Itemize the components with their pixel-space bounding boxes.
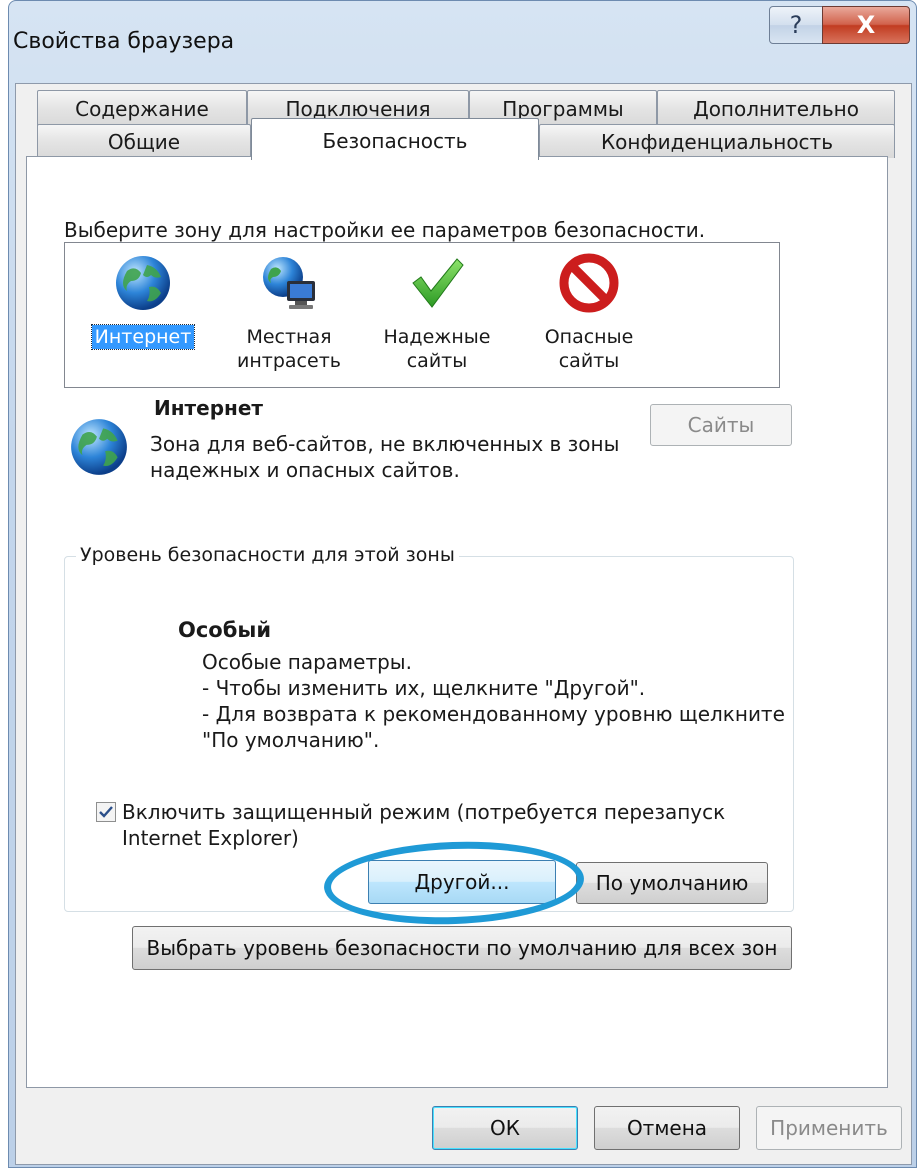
zone-local-intranet[interactable]: Местная интрасеть: [219, 243, 359, 387]
zone-trusted-sites[interactable]: Надежные сайты: [367, 243, 507, 387]
tab-security[interactable]: Безопасность: [251, 118, 539, 160]
title-bar[interactable]: Свойства браузера ? X: [9, 1, 916, 83]
protected-mode-label-line2: Internet Explorer): [122, 826, 299, 850]
checkmark-icon: [412, 258, 464, 308]
ok-button[interactable]: ОК: [432, 1106, 578, 1150]
tab-advanced[interactable]: Дополнительно: [657, 90, 895, 126]
close-icon: X: [856, 11, 876, 39]
security-level-group-label: Уровень безопасности для этой зоны: [76, 544, 459, 566]
protected-mode-label-line1: Включить защищенный режим (потребуется п…: [122, 800, 726, 824]
tab-general[interactable]: Общие: [37, 124, 251, 158]
intranet-icon: [263, 257, 315, 309]
default-level-button[interactable]: По умолчанию: [576, 862, 768, 904]
security-level-line2: - Чтобы изменить их, щелкните "Другой".: [202, 676, 646, 700]
close-button[interactable]: X: [822, 6, 910, 44]
zone-internet-label: Интернет: [90, 324, 196, 350]
forbidden-icon: [559, 253, 619, 313]
reset-all-zones-button[interactable]: Выбрать уровень безопасности по умолчани…: [132, 926, 792, 970]
security-level-line4: "По умолчанию".: [202, 728, 380, 752]
globe-icon: [71, 419, 127, 475]
zone-restricted-sites[interactable]: Опасные сайты: [519, 243, 659, 387]
checkmark-icon: [99, 806, 113, 818]
security-level-name: Особый: [178, 618, 272, 642]
protected-mode-checkbox[interactable]: [96, 802, 116, 822]
globe-icon: [116, 256, 170, 310]
zone-description-line1: Зона для веб-сайтов, не включенных в зон…: [150, 432, 620, 456]
security-level-line3: - Для возврата к рекомендованному уровню…: [202, 702, 785, 726]
cancel-button[interactable]: Отмена: [594, 1106, 740, 1150]
window-title: Свойства браузера: [13, 29, 235, 54]
zone-list: Интернет Местная интрасеть Надежные сайт…: [64, 242, 780, 388]
zone-intranet-label: Местная интрасеть: [237, 326, 341, 372]
zone-restricted-label: Опасные сайты: [544, 326, 634, 372]
zone-description-line2: надежных и опасных сайтов.: [150, 458, 460, 482]
help-button[interactable]: ?: [769, 6, 823, 44]
zone-trusted-label: Надежные сайты: [383, 326, 491, 372]
zone-prompt: Выберите зону для настройки ее параметро…: [64, 218, 706, 242]
sites-button[interactable]: Сайты: [650, 404, 792, 446]
zone-title: Интернет: [154, 396, 264, 420]
tab-content[interactable]: Содержание: [37, 90, 247, 126]
zone-internet[interactable]: Интернет: [73, 243, 213, 387]
security-level-line1: Особые параметры.: [202, 650, 412, 674]
help-icon: ?: [789, 11, 803, 39]
tab-privacy[interactable]: Конфиденциальность: [539, 124, 895, 158]
apply-button[interactable]: Применить: [756, 1106, 902, 1150]
